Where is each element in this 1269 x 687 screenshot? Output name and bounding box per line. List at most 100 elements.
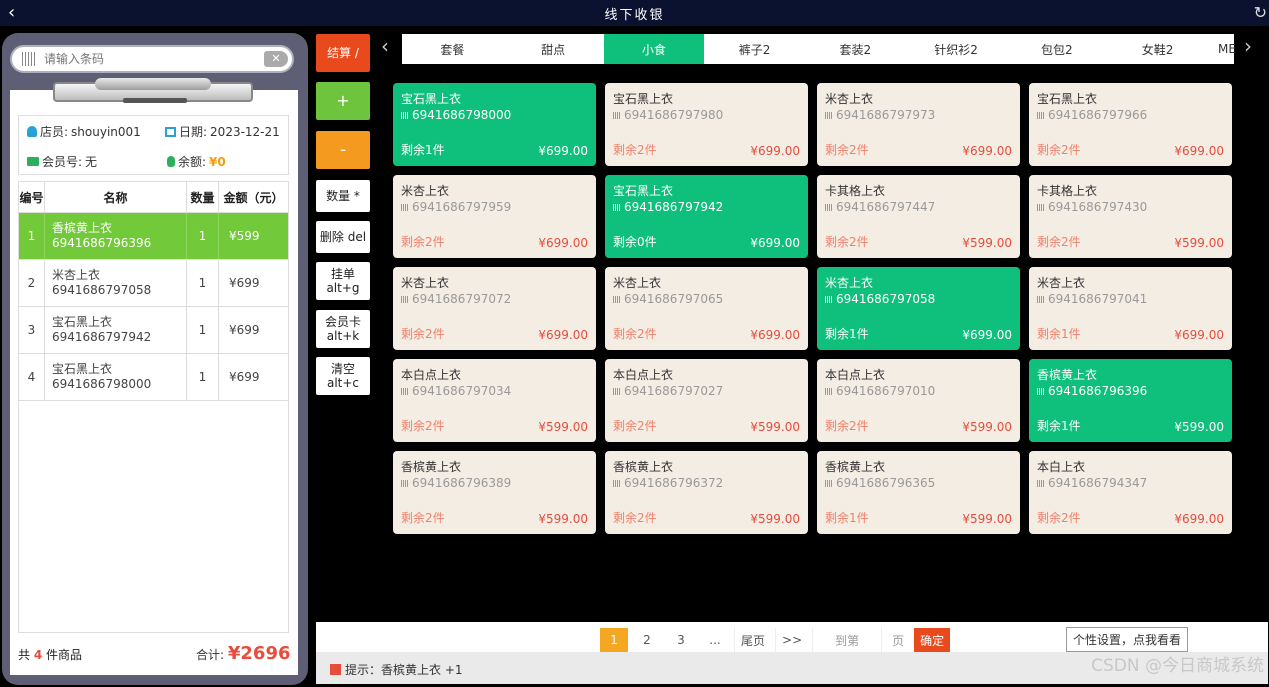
next-page-button[interactable]: >> (775, 628, 808, 652)
increase-button[interactable]: + (316, 82, 370, 120)
table-row[interactable]: 2 米杏上衣 6941686797058 1 ¥699 (19, 260, 288, 307)
product-code-text: 6941686797072 (412, 292, 512, 306)
product-stock: 剩余2件 (613, 419, 657, 433)
col-no: 编号 (19, 182, 45, 212)
product-card[interactable]: 宝石黑上衣 6941686798000 剩余1件 ¥699.00 (393, 83, 596, 166)
decrease-button[interactable]: - (316, 131, 370, 169)
page-3[interactable]: 3 (666, 628, 696, 652)
product-card[interactable]: 本白上衣 6941686794347 剩余2件 ¥699.00 (1029, 451, 1232, 534)
tab-pants[interactable]: 裤子2 (704, 34, 805, 64)
product-code-text: 6941686797959 (412, 200, 512, 214)
product-name: 米杏上衣 (613, 276, 662, 290)
tab-womens-shoes[interactable]: 女鞋2 (1107, 34, 1208, 64)
product-card[interactable]: 香槟黄上衣 6941686796396 剩余1件 ¥599.00 (1029, 359, 1232, 442)
last-page-button[interactable]: 尾页 (734, 628, 771, 652)
product-card[interactable]: 宝石黑上衣 6941686797966 剩余2件 ¥699.00 (1029, 83, 1232, 166)
product-card[interactable]: 香槟黄上衣 6941686796389 剩余2件 ¥599.00 (393, 451, 596, 534)
tabs-next-icon[interactable]: › (1244, 34, 1252, 58)
row-name: 香槟黄上衣 (52, 221, 113, 235)
product-card[interactable]: 本白点上衣 6941686797034 剩余2件 ¥599.00 (393, 359, 596, 442)
tip-icon (330, 664, 341, 675)
product-code: 6941686797980 (613, 108, 800, 122)
product-card[interactable]: 卡其格上衣 6941686797430 剩余2件 ¥599.00 (1029, 175, 1232, 258)
product-card[interactable]: 米杏上衣 6941686797065 剩余2件 ¥699.00 (605, 267, 808, 350)
page-2[interactable]: 2 (632, 628, 662, 652)
product-card[interactable]: 米杏上衣 6941686797041 剩余1件 ¥699.00 (1029, 267, 1232, 350)
settings-button[interactable]: 个性设置，点我看看 (1065, 627, 1188, 652)
table-row[interactable]: 3 宝石黑上衣 6941686797942 1 ¥699 (19, 307, 288, 354)
product-code: 6941686797010 (825, 384, 1012, 398)
row-name: 宝石黑上衣 (52, 362, 113, 376)
barcode-icon (1037, 387, 1045, 395)
goto-confirm-button[interactable]: 确定 (914, 628, 951, 652)
tab-knitwear[interactable]: 针织衫2 (906, 34, 1007, 64)
tab-more[interactable]: ME (1208, 34, 1236, 64)
product-card[interactable]: 卡其格上衣 6941686797447 剩余2件 ¥599.00 (817, 175, 1020, 258)
delete-button[interactable]: 删除 del (316, 221, 370, 253)
product-stock: 剩余2件 (825, 143, 869, 157)
tab-set-meal[interactable]: 套餐 (402, 34, 503, 64)
product-grid: 宝石黑上衣 6941686798000 剩余1件 ¥699.00 宝石黑上衣 694168… (393, 83, 1235, 534)
product-card[interactable]: 米杏上衣 6941686797072 剩余2件 ¥699.00 (393, 267, 596, 350)
chevron-left-icon[interactable]: ‹ (8, 2, 15, 23)
product-card[interactable]: 本白点上衣 6941686797027 剩余2件 ¥599.00 (605, 359, 808, 442)
product-card[interactable]: 香槟黄上衣 6941686796365 剩余1件 ¥599.00 (817, 451, 1020, 534)
row-no: 4 (19, 354, 45, 400)
tab-bags[interactable]: 包包2 (1007, 34, 1108, 64)
row-code: 6941686797942 (52, 330, 152, 344)
money-bag-icon (167, 156, 175, 167)
page-title: 线下收银 (604, 7, 665, 23)
table-header: 编号 名称 数量 金额（元） (19, 182, 288, 213)
table-row[interactable]: 1 香槟黄上衣 6941686796396 1 ¥599 (19, 213, 288, 260)
tab-suits[interactable]: 套装2 (805, 34, 906, 64)
cart-table: 编号 名称 数量 金额（元） 1 香槟黄上衣 6941686796396 1 ¥5… (18, 181, 289, 633)
product-card[interactable]: 本白点上衣 6941686797010 剩余2件 ¥599.00 (817, 359, 1020, 442)
product-name: 香槟黄上衣 (825, 460, 886, 474)
page-1[interactable]: 1 (600, 628, 628, 652)
row-name-cell: 宝石黑上衣 6941686797942 (45, 307, 187, 353)
row-no: 3 (19, 307, 45, 353)
product-name: 卡其格上衣 (1037, 184, 1098, 198)
tab-snacks[interactable]: 小食 (603, 34, 705, 64)
row-name-cell: 米杏上衣 6941686797058 (45, 260, 187, 306)
member-value: 无 (85, 155, 98, 169)
product-name: 宝石黑上衣 (401, 92, 462, 106)
clear-cart-button[interactable]: 清空 alt+c (316, 357, 370, 395)
product-code-text: 6941686796389 (412, 476, 512, 490)
table-row[interactable]: 4 宝石黑上衣 6941686798000 1 ¥699 (19, 354, 288, 401)
product-card[interactable]: 宝石黑上衣 6941686797980 剩余2件 ¥699.00 (605, 83, 808, 166)
product-card[interactable]: 宝石黑上衣 6941686797942 剩余0件 ¥699.00 (605, 175, 808, 258)
col-qty: 数量 (187, 182, 219, 212)
member-card-button[interactable]: 会员卡 alt+k (316, 310, 370, 348)
product-code-text: 6941686797430 (1048, 200, 1148, 214)
balance-value: ¥0 (209, 154, 226, 169)
product-code: 6941686797041 (1037, 292, 1224, 306)
clear-icon[interactable]: ✕ (264, 51, 288, 67)
balance-label: 余额: (178, 155, 207, 169)
product-card[interactable]: 香槟黄上衣 6941686796372 剩余2件 ¥599.00 (605, 451, 808, 534)
product-price: ¥599.00 (538, 420, 588, 434)
product-card[interactable]: 米杏上衣 6941686797959 剩余2件 ¥699.00 (393, 175, 596, 258)
row-code: 6941686798000 (52, 377, 152, 391)
product-stock: 剩余2件 (613, 327, 657, 341)
tabs-prev-icon[interactable]: ‹ (381, 34, 389, 58)
row-amount: ¥699 (229, 370, 260, 384)
row-qty: 1 (187, 260, 219, 306)
tab-dessert[interactable]: 甜点 (503, 34, 604, 64)
product-card[interactable]: 米杏上衣 6941686797973 剩余2件 ¥699.00 (817, 83, 1020, 166)
product-name: 米杏上衣 (401, 276, 450, 290)
checkout-button[interactable]: 结算 / (316, 34, 370, 72)
quantity-button[interactable]: 数量 * (316, 180, 370, 212)
row-qty: 1 (187, 354, 219, 400)
barcode-icon (613, 203, 621, 211)
product-name: 卡其格上衣 (825, 184, 886, 198)
refresh-icon[interactable]: ↻ (1254, 3, 1267, 22)
goto-page-input[interactable]: 到第 (812, 628, 883, 652)
product-price: ¥599.00 (750, 420, 800, 434)
cashier-row: 店员: shouyin001 (27, 123, 141, 140)
barcode-input[interactable] (44, 50, 264, 68)
barcode-icon (825, 479, 833, 487)
hold-order-button[interactable]: 挂单 alt+g (316, 262, 370, 300)
product-price: ¥599.00 (538, 512, 588, 526)
product-card[interactable]: 米杏上衣 6941686797058 剩余1件 ¥699.00 (817, 267, 1020, 350)
